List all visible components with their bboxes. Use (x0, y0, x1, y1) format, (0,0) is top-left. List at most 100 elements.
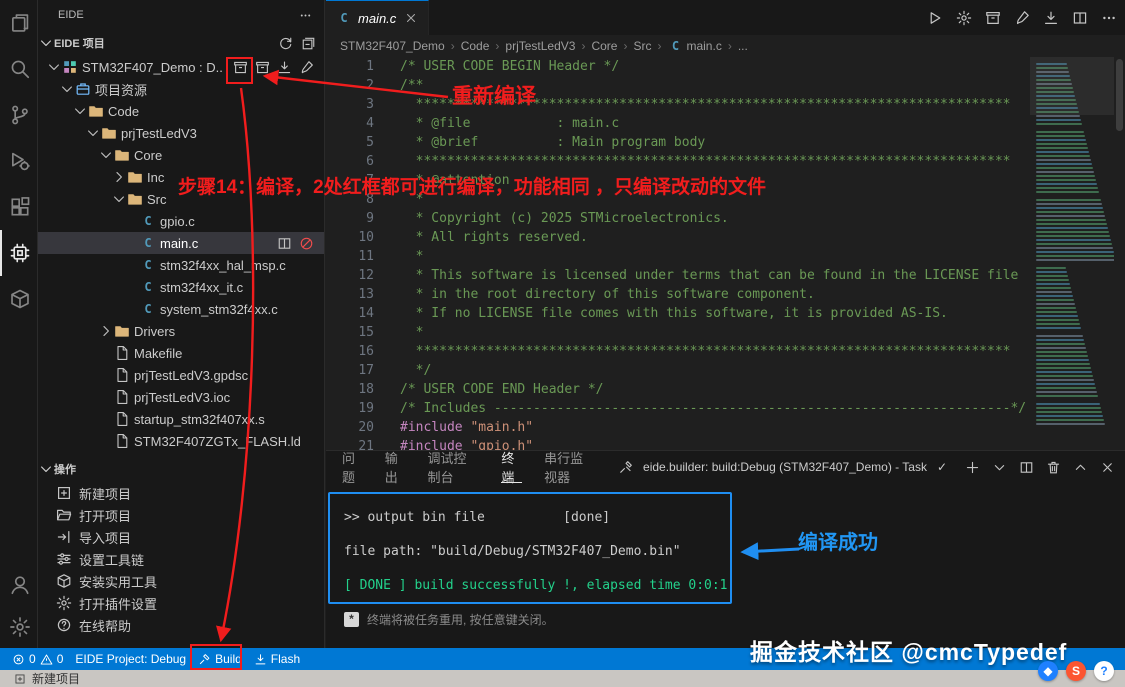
chevron-down-icon (46, 59, 62, 75)
trash-icon[interactable] (1046, 460, 1061, 475)
terminal-output[interactable]: >> output bin file [done] file path: "bu… (344, 509, 728, 594)
breadcrumb-item[interactable]: Code (461, 39, 490, 53)
minimap-line (1036, 251, 1114, 253)
operation-item[interactable]: 新建项目 (38, 482, 324, 504)
tree-item[interactable]: Cgpio.c (38, 210, 324, 232)
activity-item-explorer[interactable] (0, 0, 37, 46)
flash-button[interactable]: Flash (248, 648, 306, 670)
code-editor[interactable]: 1/* USER CODE BEGIN Header */2/** 3 *****… (326, 57, 1125, 450)
clean-brush-icon[interactable] (299, 60, 314, 75)
collapse-all-icon[interactable] (301, 36, 316, 51)
breadcrumb-item[interactable]: ... (738, 39, 748, 53)
c-file-icon: C (144, 280, 152, 294)
tree-item[interactable]: startup_stm32f407xx.s (38, 408, 324, 430)
split-editor-icon[interactable] (1019, 460, 1034, 475)
operation-item[interactable]: 打开插件设置 (38, 592, 324, 614)
tree-item[interactable]: STM32F407_Demo : D.. (38, 56, 324, 78)
gear-icon[interactable] (956, 10, 972, 26)
flash-download-icon[interactable] (277, 60, 292, 75)
tab-main-c[interactable]: C main.c (326, 0, 430, 35)
tree-item[interactable]: Src (38, 188, 324, 210)
activity-item-search[interactable] (0, 46, 37, 92)
chevron-up-icon[interactable] (1073, 460, 1088, 475)
build-icon[interactable] (985, 10, 1001, 26)
flash-label: Flash (270, 652, 301, 666)
operation-item[interactable]: 安装实用工具 (38, 570, 324, 592)
tree-item[interactable]: prjTestLedV3 (38, 122, 324, 144)
operation-item[interactable]: 打开项目 (38, 504, 324, 526)
panel-tab[interactable]: 输出 (385, 451, 406, 485)
tab-label: main.c (358, 10, 397, 26)
operation-item[interactable]: 在线帮助 (38, 614, 324, 636)
breadcrumb-separator: › (581, 39, 586, 53)
close-icon[interactable] (1100, 460, 1115, 475)
more-actions-icon[interactable] (299, 9, 312, 22)
tree-item[interactable]: prjTestLedV3.gpdsc (38, 364, 324, 386)
tree-item[interactable]: Inc (38, 166, 324, 188)
sidebar: EIDE EIDE 项目 STM32F407_Demo : D.. 项目资源 Cod… (38, 0, 325, 648)
refresh-icon[interactable] (278, 36, 293, 51)
plus-icon[interactable] (965, 460, 980, 475)
split-editor-icon[interactable] (277, 236, 292, 251)
task-label[interactable]: eide.builder: build:Debug (STM32F407_Dem… (643, 460, 927, 474)
tree-item[interactable]: Code (38, 100, 324, 122)
tree-item[interactable]: Core (38, 144, 324, 166)
minimap[interactable] (1030, 57, 1114, 450)
tree-item[interactable]: prjTestLedV3.ioc (38, 386, 324, 408)
flash-download-icon[interactable] (1043, 10, 1059, 26)
operation-item[interactable]: 设置工具链 (38, 548, 324, 570)
operations-section-header[interactable]: 操作 (38, 456, 324, 482)
close-icon[interactable] (404, 11, 418, 25)
panel-tab[interactable]: 串行监视器 (544, 451, 596, 485)
projects-section-header[interactable]: EIDE 项目 (38, 30, 324, 56)
line-number: 2 (366, 78, 374, 93)
problems-indicator[interactable]: 0 0 (6, 648, 69, 670)
tree-item[interactable]: Makefile (38, 342, 324, 364)
code-line: 18/* USER CODE END Header */ (326, 380, 1030, 399)
circle-slash-icon[interactable] (299, 236, 314, 251)
chevron-down-icon (59, 81, 75, 97)
activity-item-settings[interactable] (0, 606, 37, 648)
activity-item-account[interactable] (0, 564, 37, 606)
activity-item-source-control[interactable] (0, 92, 37, 138)
activity-item-serial-monitor[interactable] (0, 276, 37, 322)
split-editor-icon[interactable] (1072, 10, 1088, 26)
minimap-line (1036, 315, 1078, 317)
panel-tab[interactable]: 终端 (501, 451, 523, 485)
tree-item[interactable]: Cstm32f4xx_hal_msp.c (38, 254, 324, 276)
clean-brush-icon[interactable] (1014, 10, 1030, 26)
tree-item[interactable]: STM32F407ZGTx_FLASH.ld (38, 430, 324, 452)
rebuild-icon[interactable] (255, 60, 270, 75)
scrollbar-thumb[interactable] (1116, 59, 1123, 131)
minimap-line (1036, 291, 1072, 293)
build-button[interactable]: Build (192, 648, 248, 670)
breadcrumb-item[interactable]: Core (591, 39, 617, 53)
panel-tab[interactable]: 问题 (342, 451, 363, 485)
breadcrumb-item[interactable]: prjTestLedV3 (505, 39, 575, 53)
breadcrumb-item[interactable]: STM32F407_Demo (340, 39, 445, 53)
play-icon[interactable] (927, 10, 943, 26)
tree-item[interactable]: Csystem_stm32f4xx.c (38, 298, 324, 320)
tree-item[interactable]: Drivers (38, 320, 324, 342)
minimap-line (1036, 235, 1110, 237)
tree-item[interactable]: 项目资源 (38, 78, 324, 100)
vertical-scrollbar[interactable] (1114, 57, 1125, 450)
panel-tab[interactable]: 调试控制台 (428, 451, 480, 485)
minimap-line (1036, 159, 1091, 161)
minimap-line (1036, 243, 1112, 245)
eide-project-status[interactable]: EIDE Project: Debug (69, 648, 192, 670)
breadcrumb-item[interactable]: Cmain.c (667, 39, 722, 53)
build-icon[interactable] (233, 60, 248, 75)
activity-item-run-and-debug[interactable] (0, 138, 37, 184)
activity-item-extensions[interactable] (0, 184, 37, 230)
ellipsis-icon[interactable] (1101, 10, 1117, 26)
chevron-down-icon[interactable] (992, 460, 1007, 475)
tree-item[interactable]: Cstm32f4xx_it.c (38, 276, 324, 298)
code-line: 20 #include "main.h" (326, 418, 1030, 437)
operation-item[interactable]: 导入项目 (38, 526, 324, 548)
activity-item-eide[interactable] (0, 230, 37, 276)
operation-label: 在线帮助 (79, 618, 132, 634)
tree-item[interactable]: Cmain.c (38, 232, 324, 254)
breadcrumb-item[interactable]: Src (633, 39, 651, 53)
line-number: 11 (358, 249, 374, 264)
